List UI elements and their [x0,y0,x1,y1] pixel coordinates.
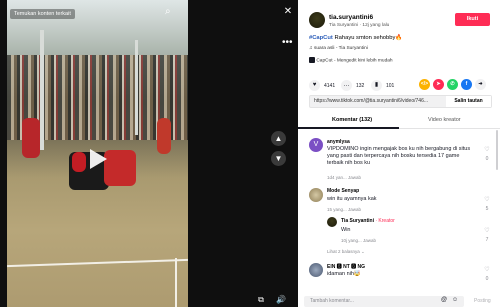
reply-meta[interactable]: 10j yang... Jawab [341,238,376,243]
spectator [22,118,40,158]
view-replies-link[interactable]: Lihat 2 balasnya ⌄ [327,249,365,255]
comment-username[interactable]: Mode Senyap [327,188,359,194]
comment-text: VIPDOMINO ingin mengajak bos ku nih berg… [327,146,471,166]
save-count: 101 [386,82,395,89]
more-options-icon[interactable]: ••• [282,38,293,48]
comment-like-count: 5 [485,206,489,212]
post-button[interactable]: Posting [474,298,491,304]
comment-text: win itu ayamnya kak [327,196,377,202]
tab-comments[interactable]: Komentar (132) [332,117,372,123]
copy-link-button[interactable]: Salin tautan [446,96,491,107]
volume-icon[interactable]: 🔊 [276,295,286,305]
video-title[interactable]: Temukan konten terkait [10,9,75,19]
capcut-icon [309,57,315,63]
spectator [157,118,171,154]
pillar [135,40,138,135]
commenter-avatar[interactable] [309,188,323,202]
comments-scrollbar[interactable] [496,130,498,170]
share-link-text[interactable]: https://www.tiktok.com/@tia.suryantini6/… [314,98,428,104]
comment-like-count: 0 [485,156,489,162]
search-icon[interactable]: ⌕ [165,6,177,18]
post-description: #CapCut Rahayu smton sehobby🔥 [309,35,403,41]
comment-username[interactable]: EIN 🅱 NT 🅱 NG [327,263,365,270]
creator-badge: · Kreator [373,218,395,224]
bookmark-icon[interactable]: ▮ [371,80,382,91]
app-root: Temukan konten terkait ⌕ ✕ ••• ▲ ▼ ⧉ 🔊 t… [0,0,500,307]
close-icon[interactable]: ✕ [282,6,294,18]
follow-button[interactable]: Ikuti [455,13,490,26]
video-player[interactable]: Temukan konten terkait ⌕ ✕ ••• ▲ ▼ ⧉ 🔊 [0,0,298,307]
capcut-label[interactable]: CapCut - Mengedit kini lebih mudah [316,58,392,63]
capcut-line[interactable]: CapCut - Mengedit kini lebih mudah [309,57,393,63]
share-more-icon[interactable]: ➜ [475,79,486,90]
embed-icon[interactable]: </> [419,79,430,90]
comment-stat[interactable]: … 132 [341,80,364,91]
comment-meta[interactable]: 1d4 yan... Jawab [327,175,361,180]
comment-heart-icon[interactable]: ♡ [483,146,491,153]
arena-line [7,258,188,268]
hashtag-link[interactable]: #CapCut [309,35,333,41]
commenter-avatar[interactable]: V [309,138,323,152]
comment-meta[interactable]: 15 yang... Jawab [327,207,361,212]
comment-text: idaman nih🤯 [327,271,361,277]
reply-avatar[interactable] [327,217,337,227]
facebook-icon[interactable]: f [461,79,472,90]
save-stat[interactable]: ▮ 101 [371,80,394,91]
emoji-icon[interactable]: ☺ [452,297,458,303]
next-video-button[interactable]: ▼ [271,151,286,166]
comment-icon[interactable]: … [341,80,352,91]
reply-heart-icon[interactable]: ♡ [483,227,491,234]
reply-text: Win [341,227,351,233]
comment-heart-icon[interactable]: ♡ [483,266,491,273]
mention-icon[interactable]: @ [441,297,447,303]
sound-label[interactable]: suara asli - Tia Suryantini [314,46,368,51]
comment-username[interactable]: anymlysa [327,139,350,145]
play-icon[interactable] [88,148,108,170]
red-accent [72,152,86,172]
like-stat[interactable]: ♥ 4141 [309,80,335,91]
sound-line[interactable]: ♫ suara asli - Tia Suryantini [309,46,368,51]
author-display-line: Tia Suryantini · 12j yang lalu [329,23,390,28]
person-red-shirt [104,150,136,186]
comment-count: 132 [356,82,365,89]
pillar [40,30,44,150]
whatsapp-icon[interactable]: ✆ [447,79,458,90]
reply-like-count: 7 [485,237,489,243]
commenter-avatar[interactable] [309,263,323,277]
heart-icon[interactable]: ♥ [309,80,320,91]
arena-line [175,258,177,307]
music-note-icon: ♫ [309,46,313,51]
reply-author[interactable]: Tia Suryantini [341,218,374,224]
comment-like-count: 0 [485,276,489,282]
comment-heart-icon[interactable]: ♡ [483,196,491,203]
reply-username[interactable]: Tia Suryantini · Kreator [341,218,395,224]
active-tab-indicator [298,127,399,129]
comment-placeholder[interactable]: Tambah komentar... [310,298,354,304]
like-count: 4141 [324,82,336,89]
author-avatar[interactable] [309,12,325,28]
send-icon[interactable]: ➤ [433,79,444,90]
tab-creator-videos[interactable]: Video kreator [428,117,461,123]
author-username[interactable]: tia.suryantini6 [329,14,373,21]
previous-video-button[interactable]: ▲ [271,131,286,146]
pip-icon[interactable]: ⧉ [256,295,266,305]
caption-text: Rahayu smton sehobby🔥 [332,35,403,41]
